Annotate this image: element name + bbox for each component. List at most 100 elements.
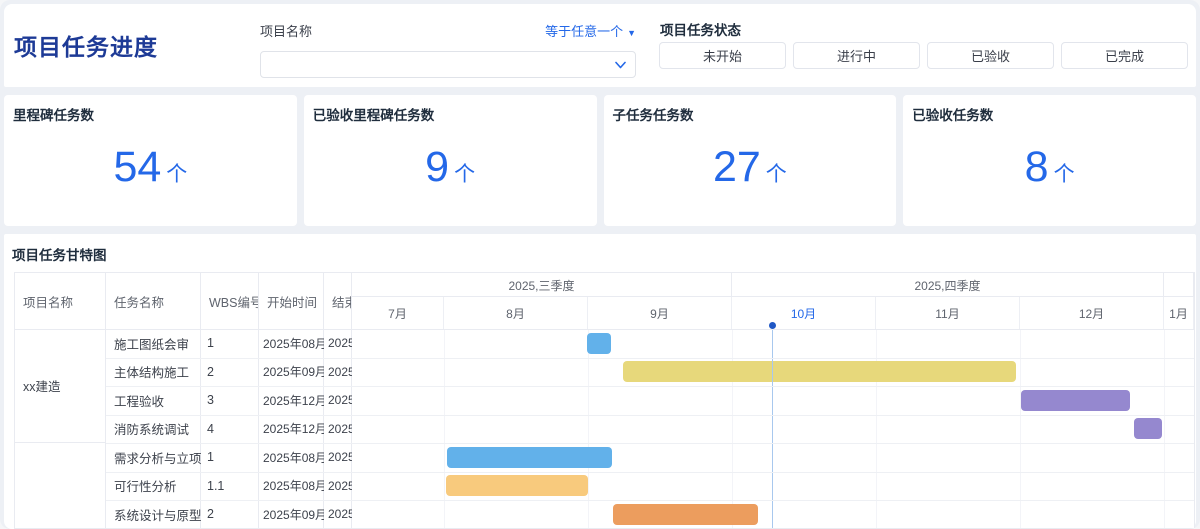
month-header-1月: 1月 — [1164, 297, 1194, 329]
project-name-cell-1: xx建造 — [15, 329, 106, 443]
filter-operator-label: 等于任意一个 — [545, 24, 624, 39]
today-marker-dot — [769, 322, 776, 329]
stat-card-title: 子任务任务数 — [612, 108, 694, 123]
today-marker-line — [772, 325, 773, 528]
gantt-table: 项目名称 任务名称 WBS编号开始时间结束时间2025,三季度2025,四季度 7月8… — [14, 272, 1195, 529]
gantt-timeline: 2025,三季度 2025,四季度 7月 8月 9月 10月 11月 12月 1月 — [352, 273, 1194, 528]
end-date-cell: 2025 — [328, 364, 352, 379]
stat-unit: 个 — [765, 163, 787, 186]
gantt-bar-施工图纸会审[interactable] — [587, 332, 611, 354]
month-gridline — [1020, 329, 1021, 528]
column-header-2: 任务名称 — [114, 295, 165, 310]
filter-operator-dropdown[interactable]: 等于任意一个 ▼ — [545, 21, 636, 40]
gantt-bar-需求分析与立项[interactable] — [447, 446, 612, 468]
month-header-11月: 11月 — [876, 297, 1020, 329]
project-name-select[interactable] — [260, 51, 636, 78]
gantt-bar-工程验收[interactable] — [1021, 389, 1130, 411]
status-filter-label: 项目任务状态 — [660, 23, 741, 38]
task-status-filter: 项目任务状态 未开始 进行中 已验收 已完成 — [656, 4, 1188, 87]
stat-card-2: 已验收里程碑任务数 9 个 — [303, 95, 597, 226]
status-button-1[interactable]: 未开始 — [659, 42, 786, 69]
task-name-cell: 消防系统调试 — [114, 423, 190, 438]
gantt-bar-可行性分析[interactable] — [446, 475, 588, 496]
stat-unit: 个 — [1053, 163, 1075, 186]
stat-card-4: 已验收任务数 8 个 — [903, 95, 1196, 226]
stat-card-3: 子任务任务数 27 个 — [603, 95, 897, 226]
status-button-3[interactable]: 已验收 — [927, 42, 1054, 69]
start-date-cell: 2025年12月 — [263, 393, 324, 408]
month-gridline — [444, 329, 445, 528]
month-gridline — [1164, 329, 1165, 528]
stat-card-value: 9个 — [304, 143, 597, 192]
project-task-dashboard: 项目任务进度 项目名称 等于任意一个 ▼ 项目任务状态 未开始 进行中 已验收 已完成 … — [0, 0, 1200, 529]
gantt-bar-系统设计与原型...[interactable] — [613, 503, 758, 525]
page-title: 项目任务进度 — [14, 34, 158, 60]
stat-card-title: 里程碑任务数 — [13, 108, 94, 123]
wbs-cell: 1.1 — [207, 478, 225, 493]
wbs-cell: 1 — [207, 336, 214, 351]
stat-card-value: 54 个 — [4, 143, 297, 192]
gantt-bar-主体结构施工[interactable] — [623, 361, 1016, 382]
month-gridline — [876, 329, 877, 528]
column-header-1: 项目名称 — [23, 295, 74, 310]
start-date-cell: 2025年09月 — [263, 507, 324, 522]
project-name-filter: 项目名称 等于任意一个 ▼ — [260, 4, 636, 87]
start-date-cell: 2025年08月 — [263, 450, 324, 465]
month-gridline — [732, 329, 733, 528]
caret-down-icon: ▼ — [627, 28, 636, 38]
stat-unit: 个 — [454, 163, 476, 186]
start-date-cell: 2025年12月 — [263, 422, 324, 437]
task-name-cell: 可行性分析 — [114, 480, 177, 495]
stat-card-value: 27 个 — [604, 143, 897, 192]
task-name-cell: 施工图纸会审 — [114, 337, 190, 352]
project-name-cell-2 — [15, 443, 106, 528]
quarter-row-border — [352, 296, 1194, 297]
wbs-cell: 1 — [207, 450, 214, 465]
stat-cards-row: 里程碑任务数 54 个已验收里程碑任务数 9 个子任务任务数 27 个已验收任务数 8 个 — [4, 95, 1196, 226]
quarter-header-3 — [1164, 273, 1194, 297]
quarter-header-1: 2025,三季度 — [352, 273, 732, 297]
task-name-cell: 主体结构施工 — [114, 366, 190, 381]
end-date-cell: 2025 — [328, 336, 352, 351]
start-date-cell: 2025年08月 — [263, 479, 324, 494]
stat-card-title: 已验收里程碑任务数 — [312, 108, 435, 123]
wbs-cell: 4 — [207, 421, 214, 436]
column-header-3: WBS编号 — [209, 295, 259, 310]
stat-value: 27 — [712, 143, 761, 191]
column-header-4: 开始时间 — [267, 295, 318, 310]
stat-unit: 个 — [166, 163, 188, 186]
status-button-group: 未开始 进行中 已验收 已完成 — [659, 42, 1188, 69]
wbs-cell: 2 — [207, 507, 214, 522]
month-header-9月: 9月 — [588, 297, 732, 329]
task-name-cell: 需求分析与立项 — [114, 451, 201, 466]
end-date-cell: 2025 — [328, 507, 352, 522]
gantt-bar-消防系统调试[interactable] — [1134, 418, 1162, 439]
stat-card-title: 已验收任务数 — [912, 108, 994, 123]
end-date-cell: 2025 — [328, 421, 352, 436]
stat-card-1: 里程碑任务数 54 个 — [4, 95, 297, 226]
month-header-8月: 8月 — [444, 297, 588, 329]
status-button-2[interactable]: 进行中 — [793, 42, 920, 69]
status-button-4[interactable]: 已完成 — [1061, 42, 1188, 69]
month-header-10月: 10月 — [732, 297, 876, 329]
start-date-cell: 2025年09月 — [263, 365, 324, 380]
wbs-cell: 3 — [207, 393, 214, 408]
month-header-12月: 12月 — [1020, 297, 1164, 329]
wbs-cell: 2 — [207, 364, 214, 379]
end-date-cell: 2025 — [328, 450, 352, 465]
filter-label: 项目名称 — [260, 24, 313, 39]
quarter-header-2: 2025,四季度 — [732, 273, 1164, 297]
chevron-down-icon — [615, 61, 626, 69]
stat-value: 9 — [425, 143, 450, 191]
stat-value: 8 — [1024, 143, 1049, 191]
column-header-5: 结束时间 — [332, 295, 352, 310]
stat-value: 54 — [113, 143, 162, 191]
header-panel: 项目任务进度 项目名称 等于任意一个 ▼ 项目任务状态 未开始 进行中 已验收 已完成 — [4, 4, 1196, 87]
gantt-panel: 项目任务甘特图 项目名称任务名称WBS编号开始时间结束时间2025,三季度202… — [4, 234, 1196, 529]
end-date-cell: 2025 — [328, 478, 352, 493]
month-gridline — [588, 329, 589, 528]
end-date-cell: 2025 — [328, 393, 352, 408]
month-header-7月: 7月 — [352, 297, 444, 329]
task-name-cell: 工程验收 — [114, 394, 165, 409]
gantt-section-title: 项目任务甘特图 — [12, 248, 107, 263]
